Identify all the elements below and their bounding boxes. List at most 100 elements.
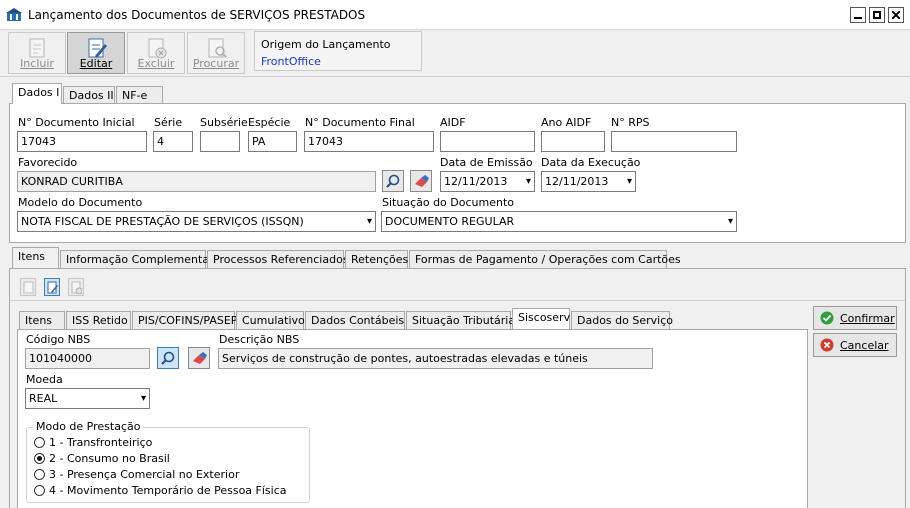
window-title: Lançamento dos Documentos de SERVIÇOS PR…: [28, 8, 366, 22]
codigo-nbs-search-button[interactable]: [157, 347, 179, 369]
eraser-icon: [193, 352, 207, 364]
tab-itens[interactable]: Itens: [12, 247, 59, 268]
close-icon: [892, 11, 900, 19]
moeda-label: Moeda: [26, 373, 63, 386]
situacao-select[interactable]: DOCUMENTO REGULAR ▾: [381, 211, 737, 232]
chevron-down-icon: ▾: [525, 176, 531, 187]
inner-tab-cumulativo[interactable]: Cumulativo: [236, 311, 305, 330]
codigo-nbs-clear-button[interactable]: [188, 347, 210, 369]
descricao-nbs-label: Descrição NBS: [219, 333, 300, 346]
divider: [10, 300, 905, 301]
origin-value: FrontOffice: [261, 55, 321, 68]
origin-label: Origem do Lançamento: [261, 38, 391, 51]
minimize-button[interactable]: [850, 7, 866, 23]
excluir-button[interactable]: Excluir: [127, 32, 185, 74]
chevron-down-icon: ▾: [140, 393, 146, 404]
search-icon: [161, 351, 175, 365]
chevron-down-icon: ▾: [727, 216, 733, 227]
tab-formas-pagamento[interactable]: Formas de Pagamento / Operações com Cart…: [409, 250, 681, 269]
item-add-button[interactable]: [20, 278, 36, 296]
maximize-button[interactable]: [869, 7, 885, 23]
favorecido-clear-button[interactable]: [410, 170, 432, 192]
inner-tab-siscoserv[interactable]: Siscoserv: [512, 308, 570, 329]
serie-label: Série: [154, 116, 183, 129]
procurar-label: Procurar: [192, 57, 240, 70]
confirmar-button[interactable]: Confirmar: [813, 306, 897, 330]
serie-input[interactable]: 4: [153, 131, 193, 152]
modo-option-3-label: 3 - Presença Comercial no Exterior: [49, 468, 240, 481]
subserie-input[interactable]: [200, 131, 240, 152]
inner-tab-dados-servico[interactable]: Dados do Serviço: [571, 311, 673, 330]
modelo-value: NOTA FISCAL DE PRESTAÇÃO DE SERVIÇOS (IS…: [21, 215, 304, 228]
close-button[interactable]: [888, 7, 904, 23]
moeda-value: REAL: [29, 392, 58, 405]
modo-radio-2[interactable]: [34, 453, 45, 464]
tab-retencoes[interactable]: Retenções: [345, 250, 408, 269]
item-edit-button[interactable]: [44, 278, 60, 296]
rps-input[interactable]: [611, 131, 737, 152]
especie-input[interactable]: PA: [248, 131, 297, 152]
tab-dados-i[interactable]: Dados I: [12, 83, 62, 104]
data-execucao-picker[interactable]: 12/11/2013 ▾: [541, 171, 636, 192]
edit-item-icon: [47, 281, 58, 294]
inner-tab-situacao-tributaria[interactable]: Situação Tributária: [406, 311, 515, 330]
data-emissao-value: 12/11/2013: [444, 175, 508, 188]
subserie-label: Subsérie: [200, 116, 248, 129]
modo-option-1-label: 1 - Transfronteiriço: [49, 436, 153, 449]
moeda-select[interactable]: REAL ▾: [25, 388, 150, 409]
favorecido-search-button[interactable]: [382, 170, 404, 192]
modelo-label: Modelo do Documento: [18, 196, 143, 209]
doc-inicial-input[interactable]: 17043: [17, 131, 147, 152]
inner-tab-dados-contabeis[interactable]: Dados Contábeis: [305, 311, 405, 330]
ano-aidf-input[interactable]: [541, 131, 605, 152]
inner-tab-iss-retido[interactable]: ISS Retido: [66, 311, 131, 330]
codigo-nbs-label: Código NBS: [26, 333, 91, 346]
favorecido-label: Favorecido: [18, 156, 78, 169]
aidf-input[interactable]: [440, 131, 535, 152]
favorecido-input[interactable]: KONRAD CURITIBA: [17, 171, 376, 192]
title-bar: Lançamento dos Documentos de SERVIÇOS PR…: [0, 0, 910, 30]
inner-tab-itens[interactable]: Itens: [19, 311, 65, 330]
toolbar-separator: [0, 76, 910, 77]
data-emissao-picker[interactable]: 12/11/2013 ▾: [440, 171, 535, 192]
situacao-label: Situação do Documento: [382, 196, 515, 209]
editar-button[interactable]: Editar: [67, 32, 125, 74]
delete-item-icon: [71, 281, 82, 294]
app-icon: [6, 8, 22, 21]
modelo-select[interactable]: NOTA FISCAL DE PRESTAÇÃO DE SERVIÇOS (IS…: [17, 211, 376, 232]
item-delete-button[interactable]: [68, 278, 84, 296]
cancelar-button[interactable]: Cancelar: [813, 333, 897, 357]
chevron-down-icon: ▾: [366, 216, 372, 227]
eraser-icon: [415, 175, 429, 187]
modo-radio-1[interactable]: [34, 437, 45, 448]
inner-tab-pis-cofins[interactable]: PIS/COFINS/PASEP: [132, 311, 237, 330]
modo-radio-3[interactable]: [34, 469, 45, 480]
origin-box: Origem do Lançamento FrontOffice: [254, 31, 422, 71]
tab-informacao-complementar[interactable]: Informação Complementar: [60, 250, 214, 269]
ano-aidf-label: Ano AIDF: [541, 116, 592, 129]
data-emissao-label: Data de Emissão: [440, 156, 533, 169]
chevron-down-icon: ▾: [626, 176, 632, 187]
incluir-button[interactable]: Incluir: [8, 32, 66, 74]
rps-label: N° RPS: [611, 116, 650, 129]
check-icon: [820, 311, 834, 325]
data-execucao-value: 12/11/2013: [545, 175, 609, 188]
incluir-label: Incluir: [20, 57, 54, 70]
situacao-value: DOCUMENTO REGULAR: [385, 215, 515, 228]
data-execucao-label: Data da Execução: [541, 156, 641, 169]
new-item-icon: [23, 281, 34, 294]
modo-option-2-label: 2 - Consumo no Brasil: [49, 452, 170, 465]
tab-processos-referenciados[interactable]: Processos Referenciados: [207, 250, 349, 269]
descricao-nbs-input[interactable]: Serviços de construção de pontes, autoes…: [218, 348, 653, 369]
aidf-label: AIDF: [440, 116, 466, 129]
doc-final-input[interactable]: 17043: [304, 131, 434, 152]
excluir-label: Excluir: [137, 57, 175, 70]
editar-label: Editar: [79, 57, 113, 70]
modo-prestacao-label: Modo de Prestação: [33, 420, 144, 433]
especie-label: Espécie: [248, 116, 291, 129]
modo-radio-4[interactable]: [34, 485, 45, 496]
procurar-button[interactable]: Procurar: [187, 32, 245, 74]
cancel-icon: [820, 338, 834, 352]
search-icon: [386, 174, 400, 188]
codigo-nbs-input[interactable]: 101040000: [25, 348, 150, 369]
